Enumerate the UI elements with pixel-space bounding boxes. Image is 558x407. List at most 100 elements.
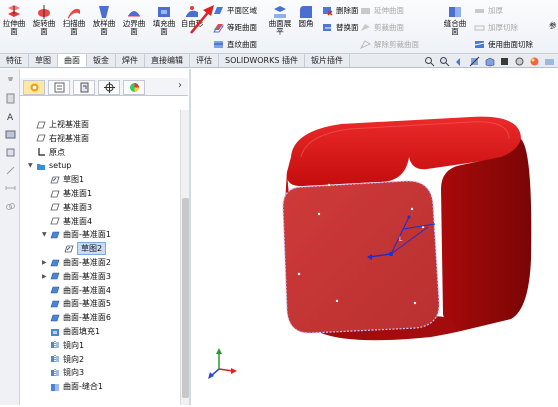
sketch-tool-icon[interactable] (5, 165, 16, 176)
text-icon[interactable]: A (5, 111, 16, 122)
pin-icon[interactable] (5, 75, 16, 86)
revolve-surface-button[interactable]: 旋转曲面 (32, 2, 56, 36)
loft-surface-button[interactable]: 放样曲面 (92, 2, 116, 36)
plane-icon (50, 217, 60, 225)
tree-item[interactable]: 曲面-基准面4 (42, 284, 111, 297)
tree-item[interactable]: 原点 (28, 146, 65, 159)
revolve-surface-icon (38, 5, 50, 19)
mirror-icon (51, 355, 59, 364)
tree-item[interactable]: ▼ setup (28, 159, 71, 172)
feature-tree-icon (30, 83, 38, 92)
view-palette-icon[interactable] (5, 129, 16, 140)
tree-item[interactable]: 曲面-缝合1 (42, 380, 103, 393)
svg-text:A: A (7, 113, 14, 122)
properties-icon[interactable] (5, 93, 16, 104)
extend-surface-label: 延伸曲面 (374, 6, 404, 15)
fillet-button[interactable]: 圆角 (294, 2, 318, 28)
fill-surface-button[interactable]: 填充曲面 (152, 2, 176, 36)
extrude-surface-button[interactable]: 拉伸曲面 (2, 2, 26, 36)
tree-item[interactable]: 曲面填充1 (42, 325, 100, 338)
expand-toggle-icon[interactable]: ▼ (28, 162, 36, 169)
zoom-area-icon[interactable] (439, 56, 450, 67)
search-icon[interactable] (424, 56, 435, 67)
tree-item[interactable]: 曲面-基准面6 (42, 311, 111, 324)
tab-direct-editing[interactable]: 直接编辑 (145, 54, 190, 67)
previous-view-icon[interactable] (454, 56, 465, 67)
tree-item-label: 曲面-基准面4 (63, 285, 111, 295)
tab-sheet-metal[interactable]: 钣金 (87, 54, 116, 67)
view-orientation-icon[interactable] (484, 56, 495, 67)
surface-icon (50, 286, 60, 294)
expand-toggle-icon[interactable]: ▶ (42, 273, 50, 280)
tree-item[interactable]: 镜向2 (42, 353, 84, 366)
tree-item[interactable]: ▶ 曲面-基准面2 (42, 256, 111, 269)
tree-item[interactable]: 草图2 (56, 242, 107, 256)
coordinate-triad-icon (208, 348, 237, 379)
tab-weldments[interactable]: 焊件 (116, 54, 145, 67)
dimxpert-tab[interactable] (98, 80, 120, 95)
boundary-surface-icon (128, 11, 140, 17)
tree-item[interactable]: 镜向3 (42, 366, 84, 379)
replace-face-button[interactable]: 替换面 (322, 21, 359, 34)
sweep-surface-label: 扫描曲面 (62, 19, 86, 36)
boundary-surface-button[interactable]: 边界曲面 (122, 2, 146, 36)
planar-surface-button[interactable]: 平面区域 (213, 4, 257, 17)
tree-scrollbar[interactable] (180, 110, 189, 405)
tree-item-label: 上视基准面 (49, 120, 89, 129)
thicken-icon (475, 9, 484, 13)
tree-item[interactable]: ▶ 曲面-基准面3 (42, 270, 111, 283)
untrim-surface-button[interactable]: 解除剪裁曲面 (360, 38, 419, 51)
tab-solidworks-addins[interactable]: SOLIDWORKS 插件 (219, 54, 305, 67)
tree-item[interactable]: 曲面-基准面5 (42, 297, 111, 310)
property-manager-tab[interactable] (48, 80, 70, 95)
tree-item[interactable]: 基准面1 (42, 187, 92, 200)
feature-manager-tab[interactable] (23, 80, 45, 95)
scene-icon[interactable] (544, 56, 555, 67)
dimension-icon[interactable] (5, 183, 16, 194)
display-manager-tab[interactable] (123, 80, 145, 95)
surface-cut-button[interactable]: 使用曲面切除 (474, 38, 533, 51)
link-icon[interactable] (5, 201, 16, 212)
configuration-manager-tab[interactable] (73, 80, 95, 95)
tree-item[interactable]: 基准面3 (42, 201, 92, 214)
tab-sheet-addin[interactable]: 钣片插件 (305, 54, 350, 67)
property-list-icon (54, 82, 64, 93)
thicken-button[interactable]: 加厚 (474, 4, 503, 17)
fill-surface-label: 填充曲面 (152, 19, 176, 36)
ruled-surface-button[interactable]: 直纹曲面 (213, 38, 257, 51)
fillet-icon (300, 6, 312, 18)
tab-surfaces[interactable]: 曲面 (58, 54, 87, 67)
delete-face-button[interactable]: 删除面 (322, 4, 359, 17)
scrollbar-thumb[interactable] (182, 198, 189, 398)
freeform-icon (186, 6, 198, 17)
tree-item[interactable]: 上视基准面 (28, 118, 89, 131)
reference-icon[interactable] (5, 147, 16, 158)
tree-item[interactable]: 镜向1 (42, 339, 84, 352)
tree-item[interactable]: ▼ 曲面-基准面1 (42, 228, 111, 241)
knit-surface-button[interactable]: 缝合曲面 (441, 2, 469, 36)
chevron-right-icon[interactable]: › (178, 80, 182, 91)
flatten-surface-button[interactable]: 曲面展平 (268, 2, 292, 36)
expand-toggle-icon[interactable]: ▶ (42, 259, 50, 266)
tree-item[interactable]: 草图1 (42, 173, 84, 186)
tab-features[interactable]: 特征 (0, 54, 29, 67)
freeform-button[interactable]: 自由形 (180, 2, 204, 28)
offset-surface-button[interactable]: 等距曲面 (213, 21, 257, 34)
tree-item[interactable]: 基准面4 (42, 215, 92, 228)
thicken-cut-button[interactable]: 加厚切除 (474, 21, 518, 34)
expand-toggle-icon[interactable]: ▼ (42, 231, 50, 238)
replace-face-label: 替换面 (336, 23, 359, 32)
thicken-cut-label: 加厚切除 (488, 23, 518, 32)
extend-surface-button[interactable]: 延伸曲面 (360, 4, 404, 17)
tab-evaluate[interactable]: 评估 (190, 54, 219, 67)
surface-icon (50, 231, 60, 239)
tab-sketch[interactable]: 草图 (29, 54, 58, 67)
section-view-icon[interactable] (469, 56, 480, 67)
display-style-icon[interactable] (499, 56, 510, 67)
hide-show-icon[interactable] (514, 56, 525, 67)
trim-surface-button[interactable]: 剪裁曲面 (360, 21, 404, 34)
sweep-surface-button[interactable]: 扫描曲面 (62, 2, 86, 36)
graphics-area[interactable]: L (191, 69, 558, 405)
appearance-icon[interactable] (529, 56, 540, 67)
tree-item[interactable]: 右视基准面 (28, 132, 89, 145)
